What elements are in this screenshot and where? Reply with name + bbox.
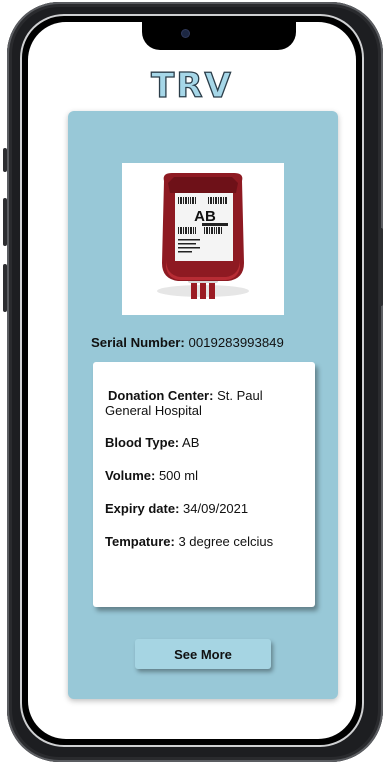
donation-center-label: Donation Center: <box>108 388 214 403</box>
expiry-label: Expiry date: <box>105 501 180 516</box>
expiry-value: 34/09/2021 <box>183 501 249 516</box>
donation-center-row: Donation Center: St. Paul General Hospit… <box>105 388 305 418</box>
temperature-value: 3 degree celcius <box>178 534 274 549</box>
app-logo: TRV <box>151 65 233 106</box>
notch <box>142 22 296 50</box>
camera-icon <box>182 30 189 37</box>
blood-bag-image: AB <box>122 163 284 315</box>
bag-blood-type-text: AB <box>194 208 216 225</box>
blood-type-row: Blood Type: AB <box>105 435 305 450</box>
see-more-button[interactable]: See More <box>135 639 271 669</box>
blood-type-value: AB <box>182 435 200 450</box>
serial-value: 0019283993849 <box>188 335 284 350</box>
phone-volume-down-button <box>3 264 7 312</box>
blood-bag-icon: AB <box>157 173 249 299</box>
serial-label: Serial Number: <box>91 335 185 350</box>
blood-type-label: Blood Type: <box>105 435 180 450</box>
app-screen: TRV AB Serial Number: 0019283993849 Dona… <box>28 22 356 739</box>
serial-number: Serial Number: 0019283993849 <box>91 335 284 350</box>
expiry-row: Expiry date: 34/09/2021 <box>105 501 305 516</box>
volume-label: Volume: <box>105 468 156 483</box>
details-panel: Donation Center: St. Paul General Hospit… <box>93 362 315 607</box>
volume-row: Volume: 500 ml <box>105 468 305 483</box>
product-card: AB Serial Number: 0019283993849 Donation… <box>68 111 338 699</box>
phone-volume-up-button <box>3 198 7 246</box>
volume-value: 500 ml <box>158 468 198 483</box>
phone-side-button <box>3 148 7 172</box>
temperature-row: Tempature: 3 degree celcius <box>105 534 305 549</box>
temperature-label: Tempature: <box>105 534 175 549</box>
phone-power-button <box>379 228 383 306</box>
